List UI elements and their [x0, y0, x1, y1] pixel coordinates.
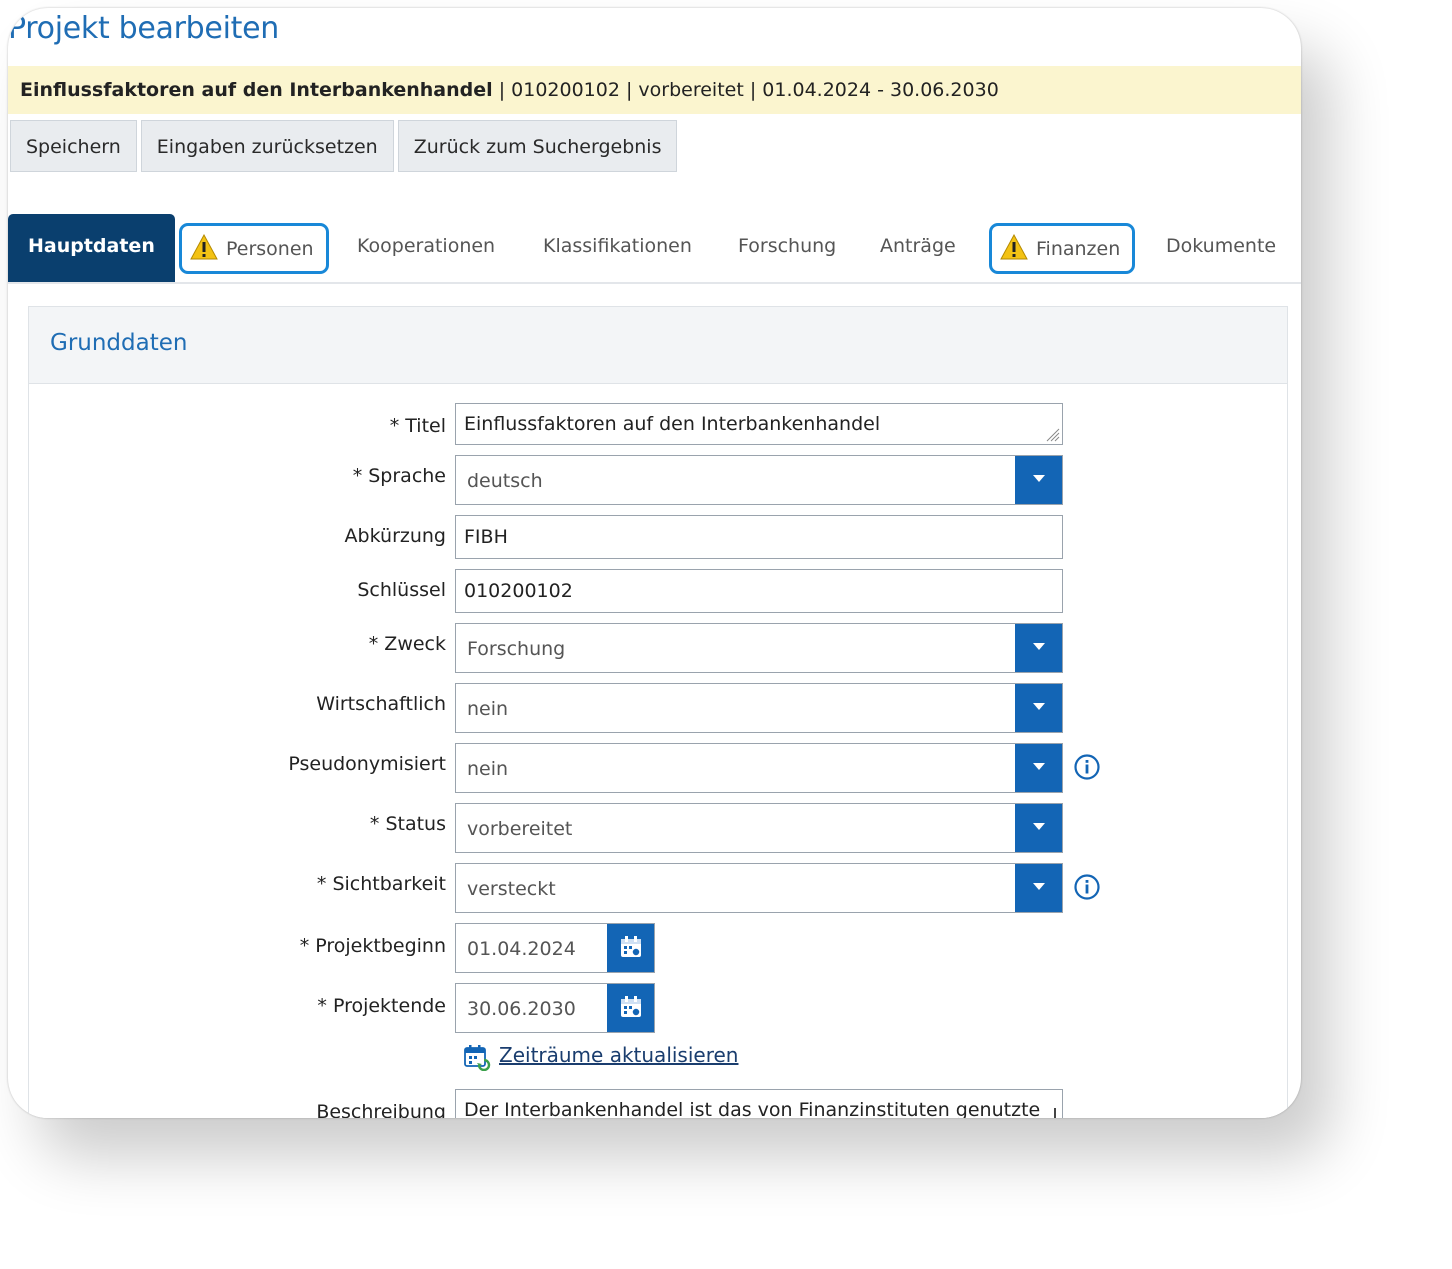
info-icon[interactable]: [1073, 753, 1101, 781]
calendar-icon: [621, 936, 641, 957]
toolbar: Speichern Eingaben zurücksetzen Zurück z…: [10, 120, 678, 172]
sichtbarkeit-dropdown-button[interactable]: [1015, 864, 1062, 912]
tab-label: Forschung: [738, 235, 837, 257]
beschreibung-textarea[interactable]: Der Interbankenhandel ist das von Finanz…: [455, 1089, 1063, 1118]
pseudonymisiert-value: nein: [467, 758, 509, 780]
back-to-results-button[interactable]: Zurück zum Suchergebnis: [397, 120, 678, 172]
resize-handle-icon: [1046, 428, 1060, 442]
save-button[interactable]: Speichern: [10, 120, 137, 172]
warning-icon: [190, 234, 218, 260]
section-title: Grunddaten: [29, 307, 1287, 384]
sprache-value: deutsch: [467, 470, 543, 492]
tab-finanzen[interactable]: Finanzen: [989, 223, 1136, 274]
schluessel-label: Schlüssel: [357, 579, 446, 601]
tab-label: Personen: [226, 238, 314, 260]
beschreibung-value: Der Interbankenhandel ist das von Finanz…: [464, 1099, 1041, 1118]
status-dropdown-button[interactable]: [1015, 804, 1062, 852]
tab-hauptdaten[interactable]: Hauptdaten: [8, 214, 175, 282]
zweck-dropdown-button[interactable]: [1015, 624, 1062, 672]
project-info-bar: Einflussfaktoren auf den Interbankenhand…: [8, 66, 1301, 114]
calendar-refresh-icon: [464, 1045, 491, 1071]
chevron-down-icon: [1033, 763, 1045, 770]
tab-klassifikationen[interactable]: Klassifikationen: [543, 214, 692, 282]
chevron-down-icon: [1033, 703, 1045, 710]
schluessel-input[interactable]: 010200102: [455, 569, 1063, 613]
info-icon[interactable]: [1073, 873, 1101, 901]
sprache-select[interactable]: deutsch: [455, 455, 1063, 505]
status-label: * Status: [369, 813, 446, 835]
pseudonymisiert-label: Pseudonymisiert: [288, 753, 446, 775]
tab-forschung[interactable]: Forschung: [738, 214, 836, 282]
pseudonymisiert-dropdown-button[interactable]: [1015, 744, 1062, 792]
tab-kooperationen[interactable]: Kooperationen: [357, 214, 495, 282]
titel-label: * Titel: [389, 415, 446, 437]
projektbeginn-label: * Projektbeginn: [299, 935, 446, 957]
tab-label: Anträge: [880, 235, 956, 257]
beschreibung-label: Beschreibung: [316, 1101, 446, 1118]
projektende-calendar-button[interactable]: [607, 984, 654, 1032]
projektbeginn-value: 01.04.2024: [467, 938, 576, 960]
text-cursor: [1054, 1108, 1056, 1118]
calendar-icon: [621, 996, 641, 1017]
sichtbarkeit-label: * Sichtbarkeit: [316, 873, 446, 895]
tab-dokumente[interactable]: Dokumente: [1166, 214, 1276, 282]
tab-personen[interactable]: Personen: [179, 223, 329, 274]
sprache-label: * Sprache: [352, 465, 446, 487]
tab-label: Finanzen: [1036, 238, 1121, 260]
zweck-select[interactable]: Forschung: [455, 623, 1063, 673]
chevron-down-icon: [1033, 823, 1045, 830]
warning-icon: [1000, 234, 1028, 260]
abkuerzung-label: Abkürzung: [344, 525, 446, 547]
projektbeginn-input[interactable]: 01.04.2024: [455, 923, 655, 973]
wirtschaftlich-select[interactable]: nein: [455, 683, 1063, 733]
tab-bar: Hauptdaten Personen Kooperationen Klassi…: [8, 214, 1301, 284]
refresh-periods-link[interactable]: Zeiträume aktualisieren: [499, 1043, 738, 1067]
row-zeitraeume: Zeiträume aktualisieren: [29, 1043, 1289, 1073]
chevron-down-icon: [1033, 643, 1045, 650]
projektende-value: 30.06.2030: [467, 998, 576, 1020]
abkuerzung-input[interactable]: FIBH: [455, 515, 1063, 559]
status-select[interactable]: vorbereitet: [455, 803, 1063, 853]
abkuerzung-value: FIBH: [464, 526, 508, 548]
zweck-value: Forschung: [467, 638, 566, 660]
sichtbarkeit-value: versteckt: [467, 878, 556, 900]
pseudonymisiert-select[interactable]: nein: [455, 743, 1063, 793]
tab-label: Hauptdaten: [28, 235, 155, 257]
chevron-down-icon: [1033, 475, 1045, 482]
schluessel-value: 010200102: [464, 580, 573, 602]
wirtschaftlich-dropdown-button[interactable]: [1015, 684, 1062, 732]
status-value: vorbereitet: [467, 818, 573, 840]
projektende-input[interactable]: 30.06.2030: [455, 983, 655, 1033]
reset-inputs-button[interactable]: Eingaben zurücksetzen: [140, 120, 394, 172]
project-info-meta: | 010200102 | vorbereitet | 01.04.2024 -…: [492, 79, 999, 101]
projektende-label: * Projektende: [317, 995, 446, 1017]
tab-label: Klassifikationen: [543, 235, 692, 257]
tab-label: Dokumente: [1166, 235, 1277, 257]
page-title: Projekt bearbeiten: [8, 11, 279, 46]
projektbeginn-calendar-button[interactable]: [607, 924, 654, 972]
grunddaten-panel: Grunddaten * Titel Einflussfaktoren auf …: [28, 306, 1288, 1118]
chevron-down-icon: [1033, 883, 1045, 890]
wirtschaftlich-value: nein: [467, 698, 509, 720]
tab-label: Kooperationen: [357, 235, 496, 257]
app-window: Projekt bearbeiten Einflussfaktoren auf …: [8, 8, 1301, 1118]
wirtschaftlich-label: Wirtschaftlich: [316, 693, 446, 715]
tab-antraege[interactable]: Anträge: [880, 214, 956, 282]
sichtbarkeit-select[interactable]: versteckt: [455, 863, 1063, 913]
zweck-label: * Zweck: [368, 633, 446, 655]
project-info-title: Einflussfaktoren auf den Interbankenhand…: [20, 79, 493, 101]
titel-value: Einflussfaktoren auf den Interbankenhand…: [464, 413, 881, 435]
titel-input[interactable]: Einflussfaktoren auf den Interbankenhand…: [455, 403, 1063, 445]
sprache-dropdown-button[interactable]: [1015, 456, 1062, 504]
